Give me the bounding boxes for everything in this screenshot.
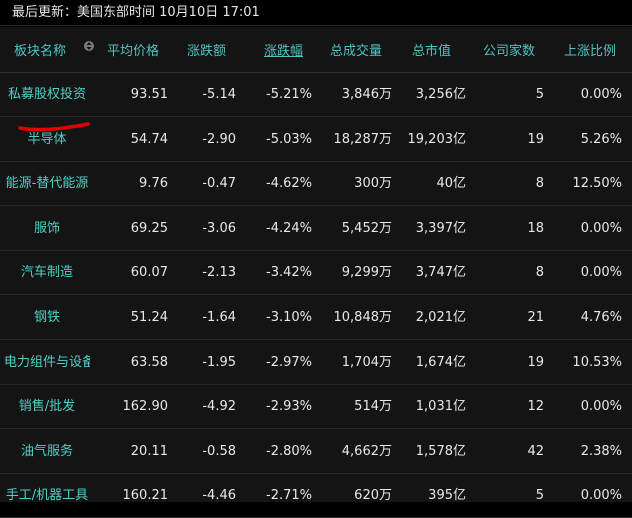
- cell-market-cap: 3,747亿: [415, 265, 466, 281]
- cell-change: -0.58: [202, 443, 236, 459]
- cell-avg-price: 63.58: [130, 354, 168, 370]
- table-row[interactable]: 钢铁 51.24 -1.64 -3.10% 10,848万 2,021亿 21 4.76%: [0, 296, 632, 340]
- cell-market-cap: 1,031亿: [415, 399, 466, 415]
- cell-company-count: 5: [535, 87, 544, 102]
- cell-sector-name[interactable]: 汽车制造: [4, 251, 90, 295]
- sector-table: 板块名称 平均价格 涨跌额 涨跌幅 总成交量 总市值 公司家数 上涨比例 私募股…: [0, 27, 632, 518]
- cell-company-count: 8: [535, 265, 544, 281]
- cell-avg-price: 51.24: [130, 310, 168, 325]
- cell-market-cap: 40亿: [436, 176, 466, 192]
- cell-sector-name[interactable]: 电力组件与设备: [4, 341, 90, 385]
- table-row[interactable]: 手工/机器工具 160.21 -4.46 -2.71% 620万 395亿 5 0.00%: [0, 474, 632, 518]
- cell-sector-name[interactable]: 私募股权投资: [4, 73, 90, 117]
- cell-market-cap: 2,021亿: [415, 310, 466, 325]
- cell-change: -0.47: [202, 176, 236, 192]
- col-header-sector-name[interactable]: 板块名称: [14, 40, 66, 59]
- cell-change: -1.95: [202, 354, 236, 370]
- cell-sector-name[interactable]: 销售/批发: [4, 385, 90, 429]
- col-header-change[interactable]: 涨跌额: [187, 40, 226, 59]
- cell-sector-name[interactable]: 手工/机器工具: [4, 474, 90, 518]
- last-update-bar: 最后更新：美国东部时间 10月10日 17:01: [0, 0, 632, 26]
- cell-company-count: 21: [527, 310, 544, 325]
- table-row[interactable]: 油气服务 20.11 -0.58 -2.80% 4,662万 1,578亿 42 2.38%: [0, 430, 632, 474]
- cell-rise-ratio: 0.00%: [580, 265, 622, 281]
- cell-avg-price: 20.11: [130, 443, 168, 459]
- cell-rise-ratio: 0.00%: [580, 399, 622, 415]
- table-row[interactable]: 汽车制造 60.07 -2.13 -3.42% 9,299万 3,747亿 8 0.00%: [0, 251, 632, 296]
- cell-market-cap: 1,578亿: [415, 443, 466, 459]
- cell-avg-price: 160.21: [122, 488, 169, 504]
- cell-avg-price: 54.74: [130, 131, 168, 147]
- cell-sector-name[interactable]: 服饰: [4, 207, 90, 251]
- cell-rise-ratio: 12.50%: [572, 176, 622, 192]
- col-header-total-volume[interactable]: 总成交量: [330, 40, 382, 59]
- hand-drawn-underline-annotation: [18, 122, 90, 132]
- cell-change: -2.90: [202, 131, 236, 147]
- cell-sector-name[interactable]: 油气服务: [4, 430, 90, 474]
- cell-rise-ratio: 0.00%: [580, 87, 622, 102]
- cell-avg-price: 60.07: [130, 265, 168, 281]
- last-update-text: 最后更新：美国东部时间 10月10日 17:01: [12, 5, 260, 20]
- col-header-market-cap[interactable]: 总市值: [412, 40, 451, 59]
- cell-change: -4.46: [202, 488, 236, 504]
- cell-change: -2.13: [202, 265, 236, 281]
- cell-change: -4.92: [202, 399, 236, 415]
- cell-market-cap: 395亿: [428, 488, 466, 504]
- cell-rise-ratio: 2.38%: [580, 443, 622, 459]
- cell-market-cap: 19,203亿: [407, 131, 467, 147]
- cell-change: -5.14: [202, 87, 236, 102]
- cell-change: -3.06: [202, 220, 236, 236]
- cell-rise-ratio: 0.00%: [580, 220, 622, 236]
- cell-company-count: 12: [527, 399, 544, 415]
- col-header-company-count[interactable]: 公司家数: [483, 40, 535, 59]
- table-row[interactable]: 半导体 54.74 -2.90 -5.03% 18,287万 19,203亿 19 5.26%: [0, 118, 632, 162]
- cell-avg-price: 93.51: [130, 87, 168, 102]
- cell-rise-ratio: 0.00%: [580, 488, 622, 504]
- cell-rise-ratio: 10.53%: [572, 354, 622, 370]
- cell-sector-name[interactable]: 钢铁: [4, 296, 90, 340]
- sort-updown-icon[interactable]: [84, 39, 94, 53]
- cell-rise-ratio: 4.76%: [580, 310, 622, 325]
- table-row[interactable]: 私募股权投资 93.51 -5.14 -5.21% 3,846万 3,256亿 5 0.00%: [0, 73, 632, 117]
- cell-avg-price: 9.76: [139, 176, 168, 192]
- table-row[interactable]: 销售/批发 162.90 -4.92 -2.93% 514万 1,031亿 12 0.00%: [0, 385, 632, 430]
- table-row[interactable]: 服饰 69.25 -3.06 -4.24% 5,452万 3,397亿 18 0.00%: [0, 207, 632, 251]
- cell-avg-price: 162.90: [122, 399, 169, 415]
- cell-company-count: 5: [535, 488, 544, 504]
- cell-change: -1.64: [202, 310, 236, 325]
- table-row[interactable]: 电力组件与设备 63.58 -1.95 -2.97% 1,704万 1,674亿 19 10.…: [0, 341, 632, 385]
- cell-company-count: 42: [527, 443, 544, 459]
- cell-rise-ratio: 5.26%: [580, 131, 622, 147]
- cell-company-count: 19: [527, 354, 544, 370]
- cell-market-cap: 3,397亿: [415, 220, 466, 236]
- cell-company-count: 19: [527, 131, 544, 147]
- cell-company-count: 8: [535, 176, 544, 192]
- cell-market-cap: 3,256亿: [415, 87, 466, 102]
- col-header-avg-price[interactable]: 平均价格: [107, 40, 159, 59]
- cell-market-cap: 1,674亿: [415, 354, 466, 370]
- col-header-change-pct[interactable]: 涨跌幅: [264, 40, 303, 59]
- table-header: 板块名称 平均价格 涨跌额 涨跌幅 总成交量 总市值 公司家数 上涨比例: [0, 27, 632, 73]
- cell-company-count: 18: [527, 220, 544, 236]
- table-row[interactable]: 能源-替代能源 9.76 -0.47 -4.62% 300万 40亿 8 12.50%: [0, 162, 632, 207]
- cell-avg-price: 69.25: [130, 220, 168, 236]
- col-header-rise-ratio[interactable]: 上涨比例: [564, 40, 616, 59]
- cell-sector-name[interactable]: 能源-替代能源: [4, 162, 90, 206]
